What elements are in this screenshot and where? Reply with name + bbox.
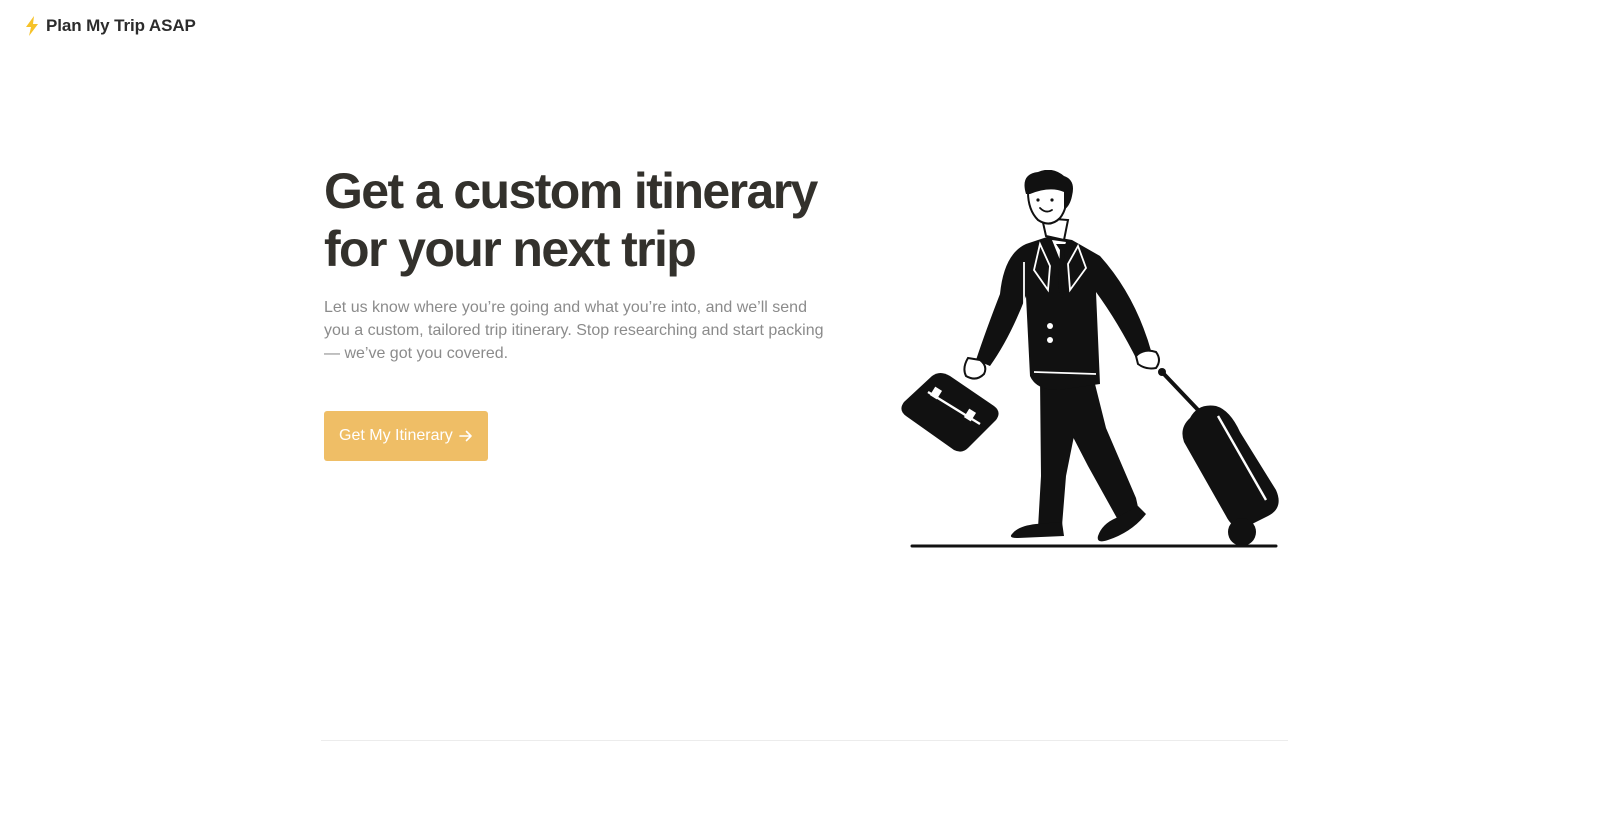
hero-title-line-1: Get a custom itinerary bbox=[324, 163, 818, 219]
arrow-right-icon bbox=[459, 430, 472, 442]
lightning-bolt-icon bbox=[26, 16, 38, 36]
section-divider bbox=[321, 740, 1288, 741]
hero-title: Get a custom itinerary for your next tri… bbox=[324, 162, 844, 278]
cta-label: Get My Itinerary bbox=[339, 427, 453, 444]
hero-title-line-2: for your next trip bbox=[324, 221, 697, 277]
brand-name: Plan My Trip ASAP bbox=[46, 16, 196, 35]
get-my-itinerary-button[interactable]: Get My Itinerary bbox=[324, 411, 488, 461]
traveler-with-luggage-illustration bbox=[901, 170, 1279, 548]
brand-logo-link[interactable]: Plan My Trip ASAP bbox=[24, 16, 196, 36]
hero-description: Let us know where you’re going and what … bbox=[324, 299, 824, 362]
hero-copy: Get a custom itinerary for your next tri… bbox=[324, 162, 844, 365]
